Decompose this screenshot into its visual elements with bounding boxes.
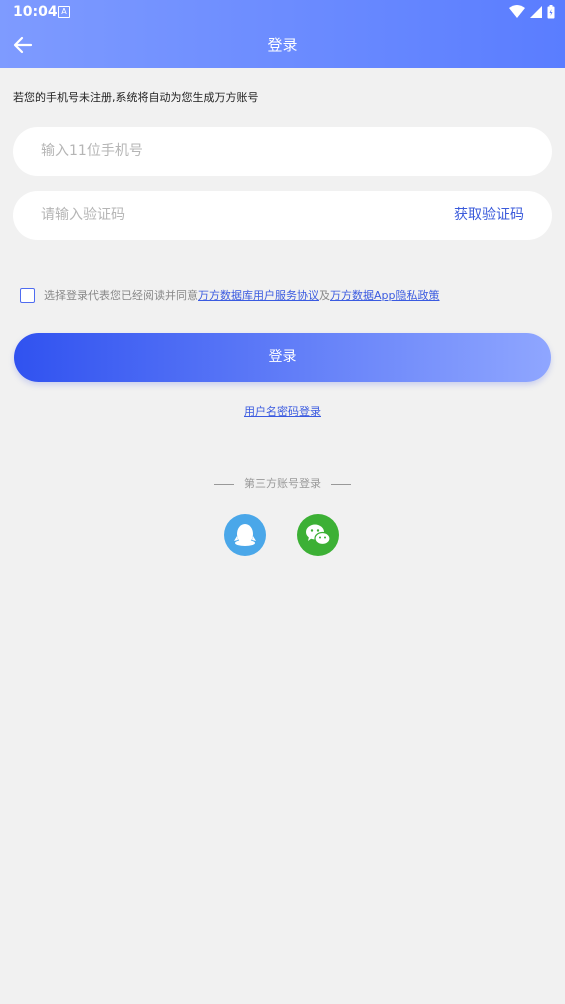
code-input-placeholder: 请输入验证码 [41,207,125,223]
status-icons [509,4,555,20]
battery-icon [547,5,555,19]
phone-input[interactable]: 输入11位手机号 [13,127,552,176]
signal-icon [530,6,542,18]
get-code-button[interactable]: 获取验证码 [454,191,524,240]
divider-left [214,483,234,485]
privacy-policy-link[interactable]: 万方数据App隐私政策 [330,287,440,303]
page-title: 登录 [267,36,298,54]
status-time: 10:04 [13,4,58,20]
top-bar: 10:04 A 登录 [0,0,565,68]
password-login-row: 用户名密码登录 [0,404,565,420]
agreement-prefix: 选择登录代表您已经阅读并同意 [44,289,198,302]
user-service-agreement-link[interactable]: 万方数据库用户服务协议 [198,287,319,303]
wifi-icon [509,5,525,18]
password-login-link[interactable]: 用户名密码登录 [244,405,321,418]
notification-a-icon: A [58,6,70,18]
login-button[interactable]: 登录 [14,333,551,382]
verification-code-input[interactable]: 请输入验证码 获取验证码 [13,191,552,240]
wechat-icon [306,524,331,546]
wechat-login-button[interactable] [297,514,339,556]
qq-icon [234,524,256,546]
agreement-row: 选择登录代表您已经阅读并同意 万方数据库用户服务协议 及 万方数据App隐私政策 [20,286,440,304]
agreement-and: 及 [319,289,330,302]
agreement-checkbox[interactable] [20,287,35,303]
phone-input-placeholder: 输入11位手机号 [41,143,143,159]
third-party-login-label-row: 第三方账号登录 [0,476,565,492]
registration-notice: 若您的手机号未注册,系统将自动为您生成万方账号 [13,91,259,104]
qq-login-button[interactable] [224,514,266,556]
divider-right [331,483,351,485]
status-bar: 10:04 A [0,0,565,24]
third-party-login-label: 第三方账号登录 [244,477,321,490]
